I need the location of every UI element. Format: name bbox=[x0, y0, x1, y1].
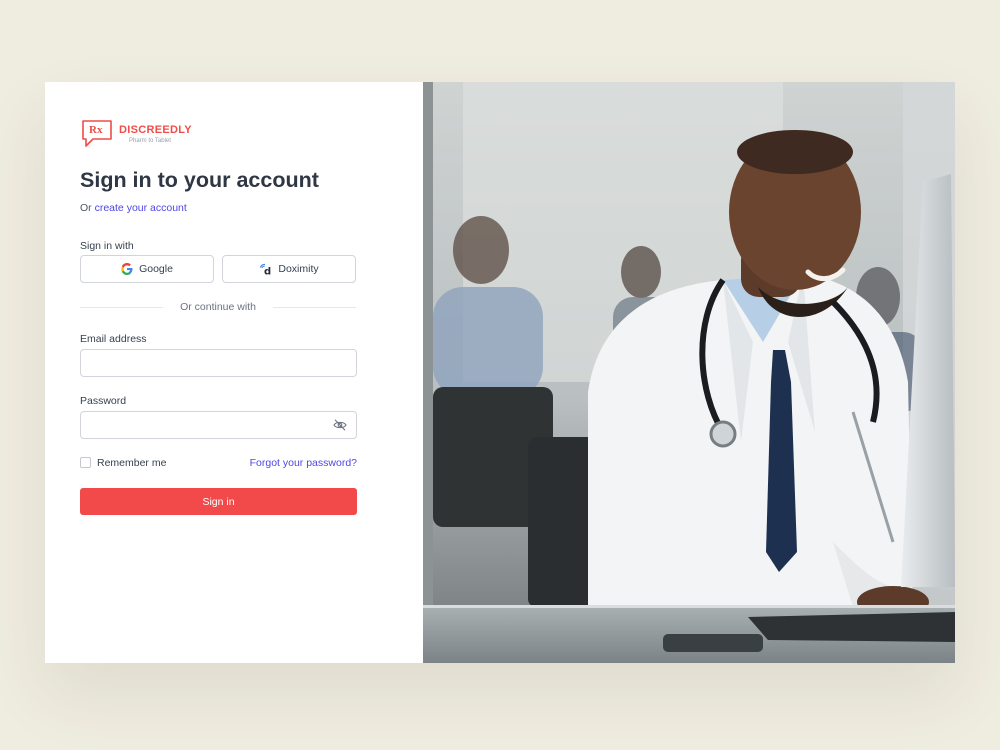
eye-off-icon[interactable] bbox=[333, 419, 347, 431]
remember-me-label: Remember me bbox=[97, 457, 167, 469]
create-account-prompt: Or create your account bbox=[80, 202, 187, 214]
subtitle-prefix: Or bbox=[80, 202, 92, 214]
remember-me-checkbox[interactable] bbox=[80, 457, 91, 468]
rx-logo-icon: Rx bbox=[82, 120, 112, 147]
forgot-password-link[interactable]: Forgot your password? bbox=[250, 457, 357, 469]
create-account-link[interactable]: create your account bbox=[95, 202, 187, 214]
doximity-sign-in-button[interactable]: d Doximity bbox=[222, 255, 356, 283]
svg-text:d: d bbox=[264, 267, 271, 276]
doximity-logo-icon: d bbox=[259, 263, 272, 275]
sso-label: Sign in with bbox=[80, 240, 134, 252]
sign-in-button[interactable]: Sign in bbox=[80, 488, 357, 515]
google-sign-in-button[interactable]: Google bbox=[80, 255, 214, 283]
sign-in-form-panel: Rx DISCREEDLY Pharm to Tablet Sign in to… bbox=[45, 82, 423, 663]
password-label: Password bbox=[80, 395, 127, 407]
or-continue-divider: Or continue with bbox=[80, 301, 356, 313]
google-g-icon bbox=[121, 263, 133, 275]
google-label: Google bbox=[139, 263, 173, 275]
doctor-at-computer-illustration bbox=[423, 82, 955, 663]
doctor-photo bbox=[423, 82, 955, 663]
email-label: Email address bbox=[80, 333, 147, 345]
sign-in-card: Rx DISCREEDLY Pharm to Tablet Sign in to… bbox=[45, 82, 955, 663]
logo-mark-text: Rx bbox=[89, 124, 103, 136]
brand-name: DISCREEDLY bbox=[119, 123, 192, 136]
page-title: Sign in to your account bbox=[80, 168, 319, 192]
email-field[interactable] bbox=[80, 349, 357, 377]
brand-logo: Rx DISCREEDLY Pharm to Tablet bbox=[81, 119, 192, 149]
divider-line-right bbox=[273, 307, 356, 308]
doximity-label: Doximity bbox=[278, 263, 319, 275]
password-field[interactable] bbox=[80, 411, 357, 439]
brand-tagline: Pharm to Tablet bbox=[129, 137, 171, 144]
